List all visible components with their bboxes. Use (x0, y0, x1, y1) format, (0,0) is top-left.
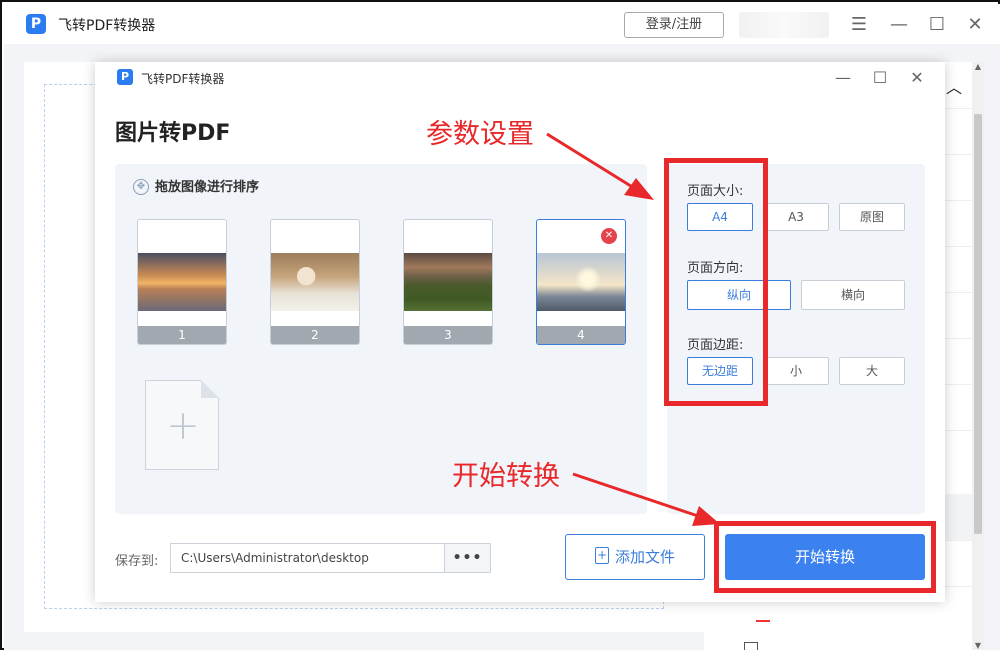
save-path-field[interactable]: C:\Users\Administrator\desktop (170, 543, 445, 573)
page-size-original[interactable]: 原图 (839, 203, 905, 231)
dialog-title: 飞转PDF转换器 (141, 72, 225, 86)
add-file-button[interactable]: + 添加文件 (565, 534, 705, 580)
close-icon[interactable]: ✕ (962, 12, 988, 38)
sort-hint: ✥ 拖放图像进行排序 (133, 176, 259, 196)
save-to-label: 保存到: (115, 554, 159, 569)
app-window: P 飞转PDF转换器 登录/注册 ☰ — ☐ ✕ ︿ ▲ ▼ P 飞转PDF转换… (0, 0, 1000, 650)
page-size-a3[interactable]: A3 (763, 203, 829, 231)
image-drop-area[interactable]: ✥ 拖放图像进行排序 1 2 3 ✕ 4 + (115, 164, 647, 514)
margin-small[interactable]: 小 (763, 357, 829, 385)
file-plus-icon: + (594, 547, 609, 564)
chevron-up-icon[interactable]: ︿ (946, 74, 962, 98)
dialog-titlebar: P 飞转PDF转换器 — ☐ ✕ (95, 62, 945, 94)
scrollbar-thumb[interactable] (974, 114, 982, 534)
start-callout-label: 开始转换 (452, 461, 560, 492)
image-thumbnail[interactable]: 2 (270, 219, 360, 345)
orientation-landscape[interactable]: 横向 (801, 280, 905, 310)
settings-callout-label: 参数设置 (426, 119, 534, 150)
menu-icon[interactable]: ☰ (846, 12, 872, 38)
margin-large[interactable]: 大 (839, 357, 905, 385)
minimize-icon[interactable]: — (886, 12, 912, 38)
sort-hint-label: 拖放图像进行排序 (155, 180, 260, 195)
start-highlight-box (714, 521, 936, 593)
image-thumbnail[interactable]: 3 (403, 219, 493, 345)
image-girl-beach (537, 253, 625, 311)
thumbnail-number: 4 (537, 326, 625, 344)
app-logo: P (26, 14, 46, 34)
image-sunset-lake (138, 253, 226, 311)
app-title: 飞转PDF转换器 (58, 18, 156, 34)
move-icon: ✥ (133, 178, 149, 195)
thumbnail-number: 3 (404, 326, 492, 344)
scrollbar[interactable]: ▲ ▼ (972, 62, 984, 650)
delete-icon[interactable]: ✕ (601, 228, 617, 244)
thumbnail-number: 2 (271, 326, 359, 344)
add-image-button[interactable]: + (145, 380, 219, 470)
dialog-close-icon[interactable]: ✕ (905, 66, 929, 90)
dialog-maximize-icon[interactable]: ☐ (868, 66, 892, 90)
document-icon (744, 642, 758, 650)
image-road-field (404, 253, 492, 311)
settings-highlight-box (664, 158, 768, 406)
dialog-minimize-icon[interactable]: — (831, 66, 855, 90)
maximize-icon[interactable]: ☐ (924, 12, 950, 38)
dialog-logo: P (117, 69, 133, 85)
user-area (739, 12, 829, 38)
plus-icon: + (166, 403, 200, 449)
add-file-label: 添加文件 (614, 548, 675, 566)
page-heading: 图片转PDF (115, 121, 231, 146)
main-titlebar: P 飞转PDF转换器 登录/注册 ☰ — ☐ ✕ (4, 4, 1000, 44)
image-girl-flowers (271, 253, 359, 311)
login-button[interactable]: 登录/注册 (624, 12, 724, 38)
browse-button[interactable]: ••• (445, 543, 491, 573)
image-thumbnail[interactable]: 1 (137, 219, 227, 345)
thumbnail-number: 1 (138, 326, 226, 344)
image-thumbnail-selected[interactable]: ✕ 4 (536, 219, 626, 345)
